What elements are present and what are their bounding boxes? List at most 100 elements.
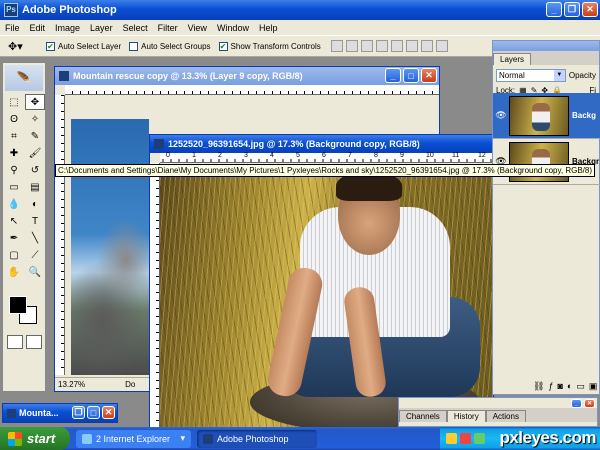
menu-view[interactable]: View — [183, 23, 212, 33]
tray-icon[interactable] — [460, 433, 471, 444]
mask-icon[interactable]: ◙ — [557, 381, 562, 392]
quick-mask-icon[interactable] — [26, 335, 42, 349]
chevron-down-icon: ▼ — [553, 69, 565, 81]
standard-mode-icon[interactable] — [7, 335, 23, 349]
tray-icon[interactable] — [474, 433, 485, 444]
distribute-middle-icon[interactable] — [435, 40, 448, 52]
menu-edit[interactable]: Edit — [25, 23, 51, 33]
minimized-document-window[interactable]: Mounta... ❐ □ ✕ — [2, 403, 118, 423]
photoshop-icon — [203, 433, 213, 444]
app-title: Adobe Photoshop — [22, 4, 117, 16]
blur-tool-icon[interactable]: 💧 — [4, 196, 24, 212]
lasso-tool-icon[interactable]: ʘ — [4, 111, 24, 127]
type-tool-icon[interactable]: T — [25, 213, 45, 229]
document-icon — [7, 408, 16, 418]
taskbar: start 2 Internet Explorer ▾ Adobe Photos… — [0, 427, 600, 450]
notes-tool-icon[interactable]: ▢ — [4, 247, 24, 263]
layer-name: Backg — [572, 111, 597, 120]
layer-row[interactable]: 👁 Backgr — [493, 139, 600, 185]
document-title-bar[interactable]: 1252520_96391654.jpg @ 17.3% (Background… — [150, 135, 493, 153]
tray-icon[interactable] — [446, 433, 457, 444]
document-window-photo[interactable]: 1252520_96391654.jpg @ 17.3% (Background… — [149, 134, 494, 430]
menu-layer[interactable]: Layer — [85, 23, 118, 33]
dodge-tool-icon[interactable]: ◐ — [25, 196, 45, 212]
layer-style-icon[interactable]: ƒ — [548, 381, 553, 392]
tab-channels[interactable]: Channels — [399, 410, 447, 422]
close-button[interactable]: ✕ — [582, 2, 598, 17]
path-select-icon[interactable]: ↖ — [4, 213, 24, 229]
menu-file[interactable]: File — [0, 23, 25, 33]
history-palette: _ ✕ Channels History Actions — [398, 397, 598, 427]
restore-button[interactable]: ❐ — [564, 2, 580, 17]
photoshop-icon: Ps — [4, 3, 18, 17]
vertical-ruler — [150, 163, 160, 429]
magic-wand-icon[interactable]: ✧ — [25, 111, 45, 127]
menu-filter[interactable]: Filter — [153, 23, 183, 33]
line-tool-icon[interactable]: ╲ — [25, 230, 45, 246]
taskbar-item-internet-explorer[interactable]: 2 Internet Explorer ▾ — [76, 429, 191, 448]
start-button[interactable]: start — [0, 427, 70, 450]
minimize-button[interactable]: _ — [571, 399, 582, 408]
tab-layers[interactable]: Layers — [493, 53, 532, 65]
move-tool-icon[interactable]: ✥ — [25, 94, 45, 110]
eye-icon[interactable]: 👁 — [493, 110, 509, 121]
eraser-tool-icon[interactable]: ▭ — [4, 179, 24, 195]
new-group-icon[interactable]: ▭ — [576, 381, 585, 392]
new-layer-icon[interactable]: ▣ — [589, 381, 598, 392]
maximize-button[interactable]: □ — [87, 406, 100, 419]
layer-row[interactable]: 👁 Backg — [493, 93, 600, 139]
eyedropper-icon[interactable]: ⟋ — [25, 247, 45, 263]
minimize-button[interactable]: _ — [546, 2, 562, 17]
align-center-icon[interactable] — [390, 40, 403, 52]
healing-brush-icon[interactable]: ✚ — [4, 145, 24, 161]
menu-select[interactable]: Select — [118, 23, 153, 33]
brush-tool-icon[interactable]: 🖌 — [25, 145, 45, 161]
menu-window[interactable]: Window — [212, 23, 254, 33]
align-bottom-icon[interactable] — [360, 40, 373, 52]
history-brush-icon[interactable]: ↺ — [25, 162, 45, 178]
toolbox: 🪶 ⬚ ✥ ʘ ✧ ⌗ ✎ ✚ 🖌 ⚲ ↺ ▭ ▤ 💧 ◐ ↖ T ✒ ╲ ▢ … — [2, 62, 46, 392]
close-button[interactable]: ✕ — [102, 406, 115, 419]
align-top-icon[interactable] — [330, 40, 343, 52]
vertical-ruler — [55, 95, 65, 375]
stamp-tool-icon[interactable]: ⚲ — [4, 162, 24, 178]
auto-select-layer-checkbox[interactable]: ✔ Auto Select Layer — [46, 41, 121, 51]
adjustment-icon[interactable]: ◐ — [567, 381, 572, 392]
move-tool-preset-icon[interactable]: ✥▾ — [8, 37, 38, 55]
hand-tool-icon[interactable]: ✋ — [4, 264, 24, 280]
link-icon[interactable]: ⛓ — [533, 381, 544, 392]
ruler-numbers: 0 1 2 3 4 5 6 7 8 9 10 11 12 — [166, 152, 486, 159]
slice-tool-icon[interactable]: ✎ — [25, 128, 45, 144]
align-middle-icon[interactable] — [345, 40, 358, 52]
close-button[interactable]: ✕ — [421, 68, 437, 83]
palette-title-bar[interactable] — [493, 41, 599, 51]
align-right-icon[interactable] — [405, 40, 418, 52]
maximize-button[interactable]: □ — [403, 68, 419, 83]
menu-image[interactable]: Image — [50, 23, 85, 33]
tab-actions[interactable]: Actions — [485, 410, 526, 422]
zoom-tool-icon[interactable]: 🔍 — [25, 264, 45, 280]
minimize-button[interactable]: _ — [385, 68, 401, 83]
document-path-tooltip: C:\Documents and Settings\Diane\My Docum… — [55, 164, 596, 177]
app-title-bar[interactable]: Ps Adobe Photoshop _ ❐ ✕ — [0, 0, 600, 20]
gradient-tool-icon[interactable]: ▤ — [25, 179, 45, 195]
restore-button[interactable]: ❐ — [72, 406, 85, 419]
zoom-level[interactable]: 13.27% — [58, 380, 85, 389]
menu-help[interactable]: Help — [254, 23, 283, 33]
document-title-bar[interactable]: Mountain rescue copy @ 13.3% (Layer 9 co… — [55, 67, 439, 85]
foreground-color-swatch[interactable] — [9, 296, 27, 314]
auto-select-groups-checkbox[interactable]: Auto Select Groups — [129, 41, 211, 51]
photo-canvas[interactable] — [160, 177, 493, 429]
taskbar-item-photoshop[interactable]: Adobe Photoshop — [197, 429, 317, 448]
blend-mode-select[interactable]: Normal ▼ — [496, 68, 566, 82]
pen-tool-icon[interactable]: ✒ — [4, 230, 24, 246]
crop-tool-icon[interactable]: ⌗ — [4, 128, 24, 144]
document-icon — [154, 139, 164, 149]
distribute-top-icon[interactable] — [420, 40, 433, 52]
close-button[interactable]: ✕ — [584, 399, 595, 408]
feather-icon[interactable]: 🪶 — [5, 65, 43, 91]
show-transform-controls-checkbox[interactable]: ✔ Show Transform Controls — [218, 41, 321, 51]
tab-history[interactable]: History — [446, 410, 486, 422]
marquee-tool-icon[interactable]: ⬚ — [4, 94, 24, 110]
align-left-icon[interactable] — [375, 40, 388, 52]
